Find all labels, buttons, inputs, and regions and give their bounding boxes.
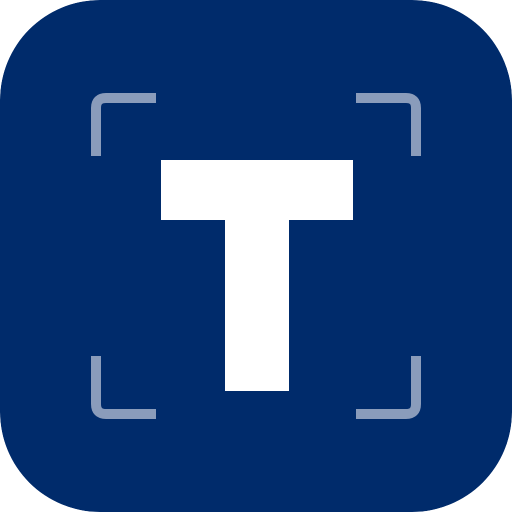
app-icon	[0, 0, 512, 512]
app-icon-graphic	[0, 0, 512, 512]
